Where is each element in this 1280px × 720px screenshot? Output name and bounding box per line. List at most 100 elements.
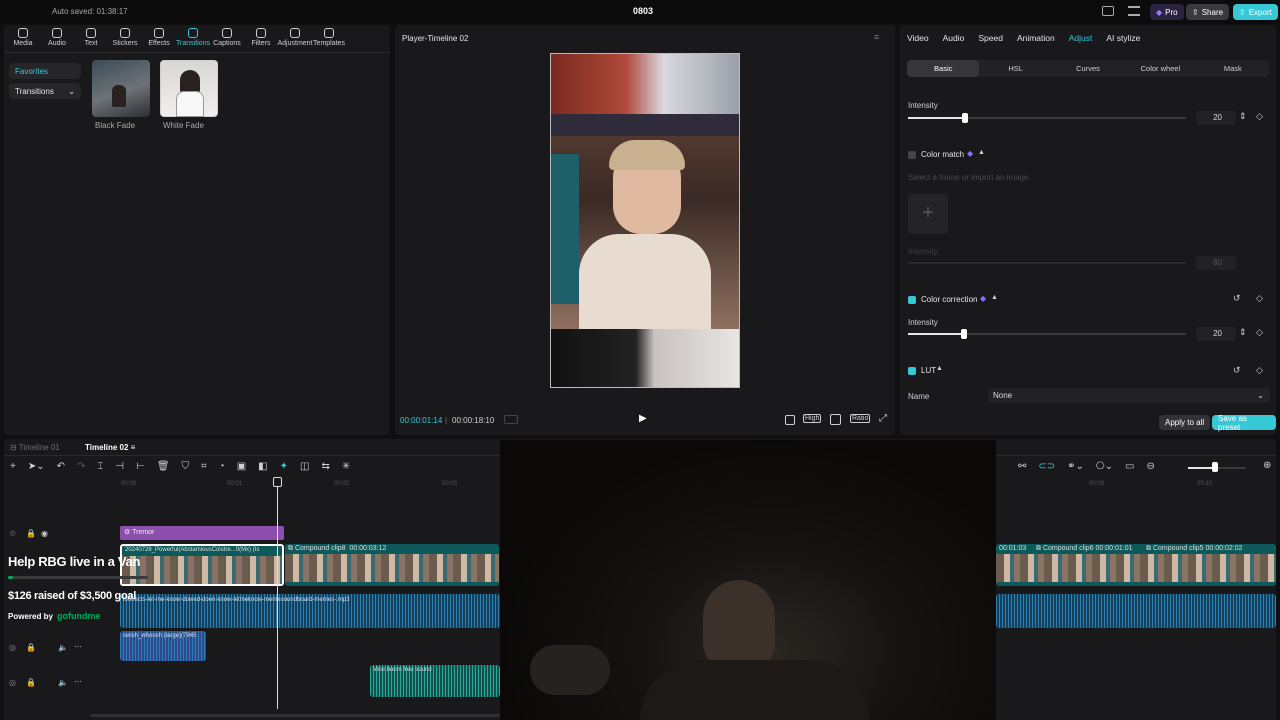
more-icon[interactable]: ⋯ <box>74 642 82 651</box>
audio-clip-swish[interactable]: swish_whoosh (large)(7945 <box>120 631 206 661</box>
toolbar-audio-button[interactable]: Audio <box>40 28 74 47</box>
effect-clip-tremor[interactable]: ⚙ Tremor <box>120 526 284 540</box>
fullscreen-preview-icon[interactable] <box>785 415 795 425</box>
crop-icon[interactable] <box>830 414 841 425</box>
toolbar-templates-button[interactable]: Templates <box>312 28 346 47</box>
tab-video[interactable]: Video <box>907 33 929 43</box>
color-match-checkbox[interactable] <box>908 151 916 159</box>
toolbar-adjustment-button[interactable]: Adjustment <box>277 28 313 47</box>
keyframe-icon[interactable]: ◇ <box>1256 327 1263 338</box>
more-icon[interactable]: ⋯ <box>74 677 82 686</box>
split-icon[interactable]: ⌶ <box>97 461 103 472</box>
split-left-icon[interactable]: ⊣ <box>115 461 124 472</box>
toolbar-text-button[interactable]: Text <box>74 28 108 47</box>
lut-select[interactable]: None ⌄ <box>988 388 1270 403</box>
white-fade-thumbnail[interactable] <box>160 60 218 117</box>
intensity-slider-1[interactable] <box>908 117 1186 119</box>
lock-icon[interactable]: 🔒 <box>26 678 36 687</box>
delete-icon[interactable]: 🗑 <box>157 461 170 472</box>
collapse-icon[interactable]: ▲ <box>978 149 985 156</box>
subtab-basic[interactable]: Basic <box>907 60 980 77</box>
preview-axis-icon[interactable]: ⎔⌄ <box>1096 461 1113 472</box>
select-tool-icon[interactable]: ➤⌄ <box>28 461 45 472</box>
mask-icon[interactable]: ◫ <box>300 461 309 472</box>
freeze-icon[interactable]: ▣ <box>237 461 246 472</box>
zoom-in-icon[interactable]: ⊕ <box>1263 460 1271 471</box>
stepper-icon[interactable]: ⇕ <box>1239 111 1247 122</box>
intensity-slider-2[interactable] <box>908 333 1186 335</box>
eye-icon[interactable]: ◉ <box>41 529 48 538</box>
reset-icon[interactable]: ↺ <box>1233 293 1241 304</box>
toolbar-transitions-button[interactable]: Transitions <box>176 28 210 47</box>
import-image-button[interactable]: + <box>908 194 948 234</box>
share-button[interactable]: ⇪ Share <box>1186 4 1230 20</box>
compound-clip-8[interactable]: ⧉ Compound clip8 00:00:03:12 <box>285 544 499 586</box>
lut-checkbox[interactable] <box>908 367 916 375</box>
collapse-icon[interactable]: ▲ <box>991 294 998 301</box>
stepper-icon[interactable]: ⇕ <box>1239 327 1247 338</box>
keyframe-icon[interactable]: ◇ <box>1256 365 1263 376</box>
toolbar-media-button[interactable]: Media <box>6 28 40 47</box>
export-button[interactable]: ⇧ Export <box>1233 4 1278 20</box>
video-frame[interactable] <box>550 53 740 388</box>
caption-icon[interactable]: ▭ <box>1125 461 1134 472</box>
magic-icon[interactable]: ✦ <box>280 461 288 472</box>
lock-icon[interactable]: 🔒 <box>26 643 36 652</box>
audio-clip-main-right[interactable] <box>996 594 1276 628</box>
speed-icon[interactable]: ◔ <box>219 461 225 472</box>
add-track-icon[interactable]: + <box>10 461 16 472</box>
tab-ai-stylize[interactable]: AI stylize <box>1106 33 1140 43</box>
redo-icon[interactable]: ↷ <box>77 461 85 472</box>
subtab-color-wheel[interactable]: Color wheel <box>1124 60 1196 77</box>
audio-clip-vine-boom[interactable]: Vine boom free sound <box>370 665 500 697</box>
menu-icon[interactable] <box>1128 6 1140 16</box>
layout-icon[interactable] <box>1102 6 1114 16</box>
subtab-curves[interactable]: Curves <box>1052 60 1124 77</box>
replace-icon[interactable]: ⇆ <box>321 461 329 472</box>
favorites-tab[interactable]: Favorites <box>9 63 81 79</box>
toolbar-stickers-button[interactable]: Stickers <box>108 28 142 47</box>
tab-speed[interactable]: Speed <box>978 33 1003 43</box>
link-icon[interactable]: ⚯ <box>1018 461 1026 472</box>
pro-button[interactable]: ◆ Pro <box>1150 4 1184 20</box>
snap-icon[interactable]: ⚭⌄ <box>1067 461 1084 472</box>
subtab-mask[interactable]: Mask <box>1197 60 1269 77</box>
undo-icon[interactable]: ↶ <box>57 461 65 472</box>
intensity-slider-1-handle[interactable] <box>962 113 968 123</box>
zoom-slider-handle[interactable] <box>1212 462 1218 472</box>
zoom-out-icon[interactable]: ⊖ <box>1146 461 1154 472</box>
intensity-slider-2-handle[interactable] <box>961 329 967 339</box>
keyframe-icon[interactable]: ◇ <box>1256 293 1263 304</box>
split-right-icon[interactable]: ⊢ <box>136 461 145 472</box>
timeline-tab-1[interactable]: ⊟ Timeline 01 <box>10 443 60 452</box>
toolbar-filters-button[interactable]: Filters <box>244 28 278 47</box>
color-correction-checkbox[interactable] <box>908 296 916 304</box>
expand-icon[interactable]: ⤢ <box>879 413 887 424</box>
quality-button[interactable]: High <box>803 414 822 423</box>
timecode-grid-icon[interactable] <box>504 415 518 424</box>
timeline-tab-2[interactable]: Timeline 02 ≡ <box>85 443 135 452</box>
tab-animation[interactable]: Animation <box>1017 33 1055 43</box>
volume-icon[interactable]: 🔈 <box>58 643 68 652</box>
effects-icon[interactable]: ✳ <box>342 461 350 472</box>
collapse-icon[interactable]: ▲ <box>936 365 943 372</box>
playhead[interactable] <box>277 479 278 709</box>
horizontal-scrollbar[interactable] <box>90 714 500 717</box>
apply-to-all-button[interactable]: Apply to all <box>1159 415 1211 430</box>
compound-clips-right[interactable]: 00:01:03 ⧉ Compound clip6 00:00:01:01 ⧉ … <box>996 544 1276 586</box>
subtab-hsl[interactable]: HSL <box>979 60 1051 77</box>
intensity-value-1[interactable]: 20 <box>1196 111 1236 125</box>
tab-audio[interactable]: Audio <box>943 33 965 43</box>
volume-icon[interactable]: 🔈 <box>58 678 68 687</box>
black-fade-thumbnail[interactable] <box>92 60 150 117</box>
toolbar-effects-button[interactable]: Effects <box>142 28 176 47</box>
shield-icon[interactable]: ⛉ <box>182 461 190 472</box>
save-preset-button[interactable]: Save as preset <box>1212 414 1276 432</box>
magnet-icon[interactable]: ⊂⊃ <box>1038 461 1055 472</box>
transitions-category[interactable]: Transitions ⌄ <box>9 83 81 99</box>
crop-icon[interactable]: ⌗ <box>201 461 207 472</box>
mirror-icon[interactable]: ◧ <box>258 461 267 472</box>
audio-clip-main[interactable]: iontrects-let-me-know-dowed-doen-know-le… <box>120 594 500 628</box>
keyframe-icon[interactable]: ◇ <box>1256 111 1263 122</box>
intensity-value-2[interactable]: 20 <box>1196 327 1236 341</box>
